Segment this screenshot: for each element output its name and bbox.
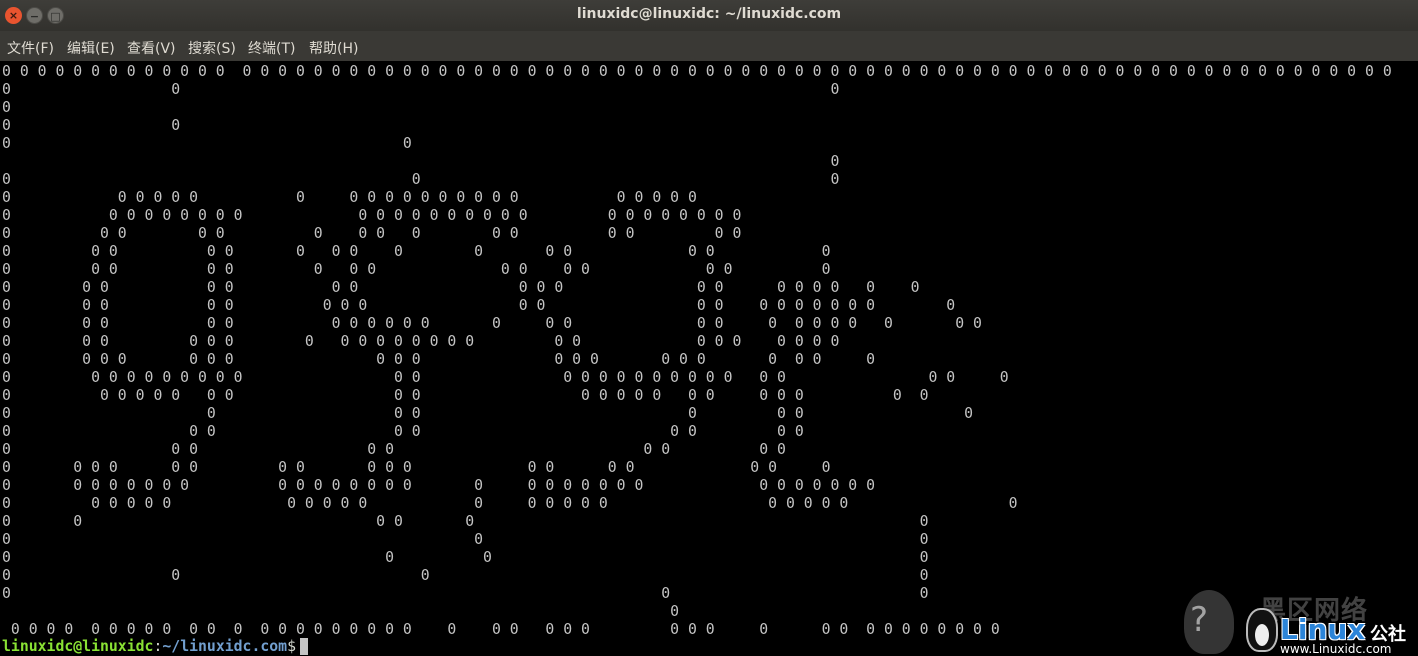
tux-silhouette-icon: ? (1190, 600, 1209, 640)
menu-terminal[interactable]: 终端(T) (248, 38, 295, 58)
terminal-output: 0 0 0 0 0 0 0 0 0 0 0 0 0 0 0 0 0 0 0 0 … (2, 63, 1392, 638)
prompt-symbol: $ (287, 638, 297, 655)
text-cursor (300, 638, 309, 655)
watermark-url: www.Linuxidc.com (1280, 642, 1392, 656)
shell-prompt[interactable]: linuxidc@linuxidc:~/linuxidc.com$ (2, 638, 309, 656)
menu-file[interactable]: 文件(F) (7, 38, 54, 58)
site-watermark: ? 黑区网络 Linux 公社 www.Linuxidc.com (1182, 590, 1418, 656)
prompt-user-host: linuxidc@linuxidc (2, 638, 154, 655)
menu-bar: 文件(F) 编辑(E) 查看(V) 搜索(S) 终端(T) 帮助(H) (0, 31, 1418, 61)
menu-help[interactable]: 帮助(H) (309, 38, 358, 58)
title-bar[interactable]: × − □ linuxidc@linuxidc: ~/linuxidc.com (0, 0, 1418, 31)
menu-search[interactable]: 搜索(S) (188, 38, 236, 58)
window-title: linuxidc@linuxidc: ~/linuxidc.com (576, 6, 842, 22)
menu-view[interactable]: 查看(V) (127, 38, 176, 58)
menu-edit[interactable]: 编辑(E) (67, 38, 115, 58)
prompt-path: ~/linuxidc.com (162, 638, 288, 655)
terminal-window: × − □ linuxidc@linuxidc: ~/linuxidc.com … (0, 0, 1418, 656)
terminal-area[interactable]: 0 0 0 0 0 0 0 0 0 0 0 0 0 0 0 0 0 0 0 0 … (0, 61, 1418, 656)
penguin-icon (1246, 608, 1278, 652)
